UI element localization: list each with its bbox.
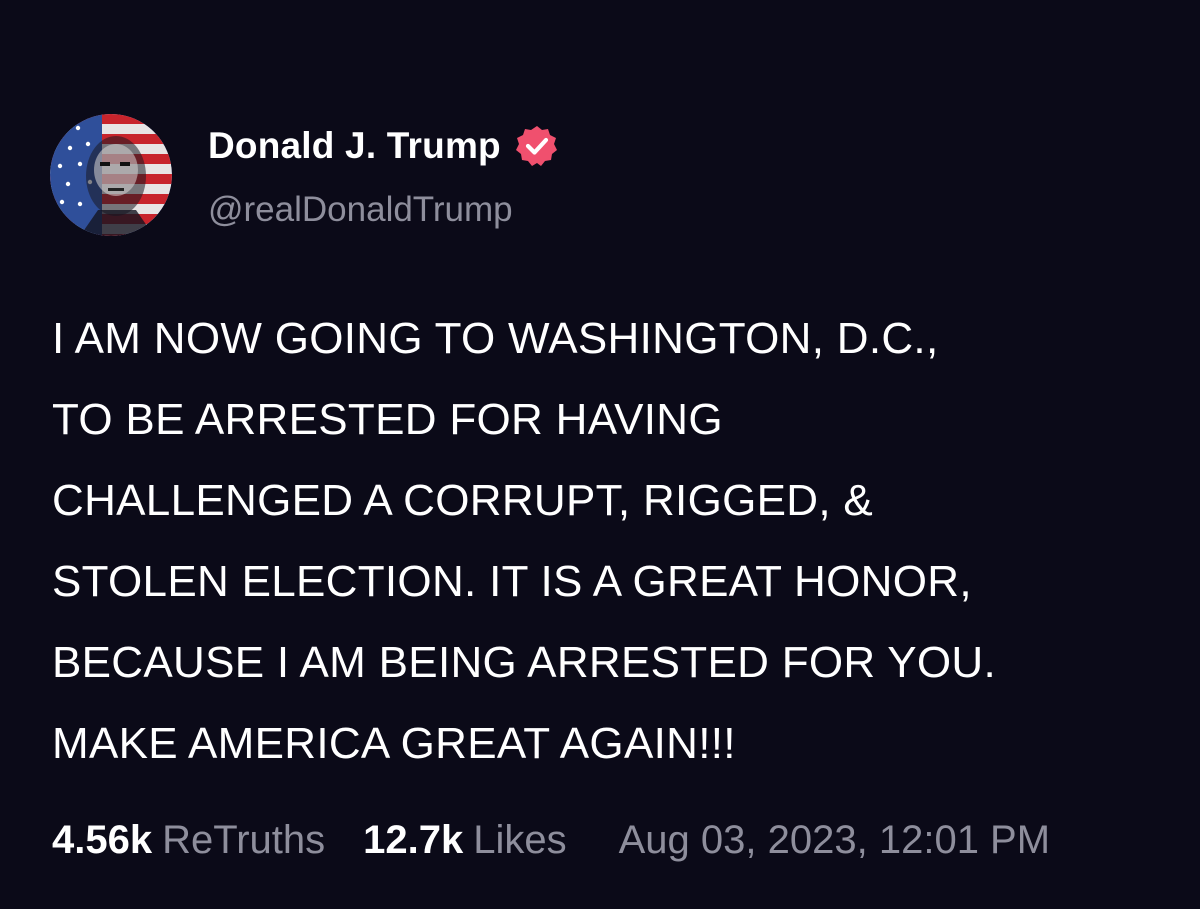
post-body-line: MAKE AMERICA GREAT AGAIN!!! <box>52 719 736 768</box>
avatar-image <box>50 114 172 236</box>
post-timestamp[interactable]: Aug 03, 2023, 12:01 PM <box>619 818 1050 863</box>
post-body-line: I AM NOW GOING TO WASHINGTON, D.C., <box>52 314 939 363</box>
post-body-line: TO BE ARRESTED FOR HAVING <box>52 395 723 444</box>
verified-badge-icon <box>515 124 559 168</box>
author-row: Donald J. Trump <box>208 124 559 168</box>
avatar[interactable] <box>50 114 172 236</box>
post-body-line: BECAUSE I AM BEING ARRESTED FOR YOU. <box>52 638 996 687</box>
post-body: I AM NOW GOING TO WASHINGTON, D.C., TO B… <box>52 298 1162 784</box>
retruths-label: ReTruths <box>162 818 326 862</box>
post-stats: 4.56k ReTruths 12.7k Likes Aug 03, 2023, 1… <box>52 818 1050 863</box>
likes-stat[interactable]: 12.7k Likes <box>363 818 567 863</box>
author-handle[interactable]: @realDonaldTrump <box>208 190 513 230</box>
retruths-count: 4.56k <box>52 818 153 862</box>
retruths-stat[interactable]: 4.56k ReTruths <box>52 818 325 863</box>
likes-label: Likes <box>473 818 567 862</box>
post-body-line: CHALLENGED A CORRUPT, RIGGED, & <box>52 476 874 525</box>
truth-post: Donald J. Trump @realDonaldTrump I AM NO… <box>0 0 1200 909</box>
likes-count: 12.7k <box>363 818 464 862</box>
display-name[interactable]: Donald J. Trump <box>208 125 501 167</box>
post-body-line: STOLEN ELECTION. IT IS A GREAT HONOR, <box>52 557 972 606</box>
